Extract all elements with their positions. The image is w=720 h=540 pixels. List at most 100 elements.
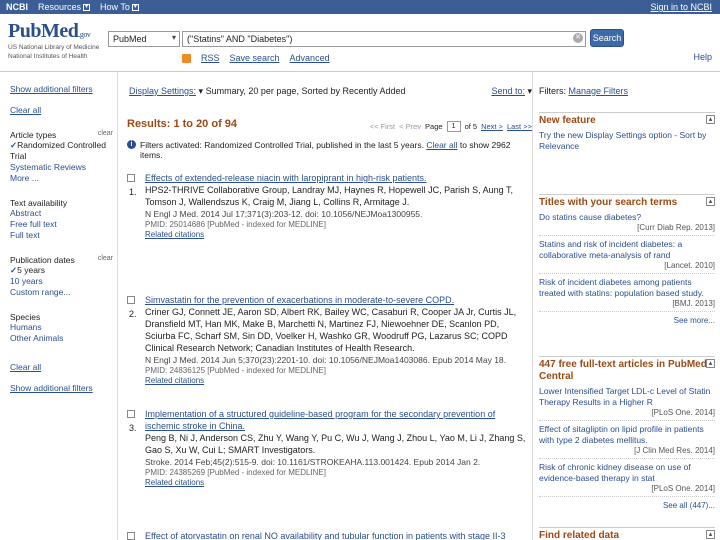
- filter-option[interactable]: 10 years: [10, 276, 117, 287]
- filter-option-label: Abstract: [10, 208, 42, 218]
- display-settings-link[interactable]: Display Settings:: [129, 86, 196, 97]
- new-feature-link[interactable]: Try the new Display Settings option - So…: [539, 130, 715, 152]
- related-citations-link[interactable]: Related citations: [145, 478, 532, 488]
- result-checkbox[interactable]: [127, 410, 135, 418]
- pagination: << First < Prev Page 1 of 5 Next > Last …: [370, 121, 532, 132]
- ncbi-topbar: NCBI Resources ▾ How To ▾ Sign in to NCBI: [0, 0, 720, 14]
- filter-option[interactable]: ✓Randomized Controlled Trial: [10, 140, 117, 162]
- result-body: Implementation of a structured guideline…: [145, 408, 532, 488]
- manage-filters-link[interactable]: Manage Filters: [569, 86, 629, 96]
- result-item: Effect of atorvastatin on renal NO avail…: [127, 530, 532, 540]
- result-title-link[interactable]: Simvastatin for the prevention of exacer…: [145, 294, 532, 306]
- filter-group-title: Species: [10, 312, 117, 322]
- display-settings-bar: Display Settings: ▾ Summary, 20 per page…: [129, 86, 532, 97]
- prev-page-link[interactable]: < Prev: [399, 122, 421, 131]
- rss-link[interactable]: RSS: [201, 53, 220, 63]
- clear-search-icon[interactable]: ✕: [573, 33, 583, 43]
- clear-all-link[interactable]: Clear all: [10, 105, 117, 116]
- howto-menu[interactable]: How To ▾: [100, 2, 139, 12]
- related-title-link[interactable]: Risk of chronic kidney disease on use of…: [539, 462, 715, 484]
- related-title-link[interactable]: Lower Intensified Target LDL-c Level of …: [539, 386, 715, 408]
- result-body: Effect of atorvastatin on renal NO avail…: [145, 530, 532, 540]
- logo-subtitle: US National Library of Medicine: [8, 44, 100, 51]
- filter-group-label: Article types: [10, 130, 57, 140]
- filter-option[interactable]: Humans: [10, 322, 117, 333]
- related-title-link[interactable]: Effect of sitagliptin on lipid profile i…: [539, 424, 715, 446]
- result-authors: Peng B, Ni J, Anderson CS, Zhu Y, Wang Y…: [145, 433, 526, 455]
- related-title-link[interactable]: Statins and risk of incident diabetes: a…: [539, 239, 715, 261]
- filter-option-label: Randomized Controlled Trial: [10, 140, 106, 161]
- filters-sidebar: Show additional filters Clear all Articl…: [0, 72, 118, 540]
- free-fulltext-heading: 447 free full-text articles in PubMed Ce…: [539, 359, 707, 382]
- pubmed-logo[interactable]: PubMed.gov US National Library of Medici…: [8, 20, 99, 61]
- filter-option[interactable]: Abstract: [10, 208, 117, 219]
- collapse-icon[interactable]: ▴: [706, 197, 715, 206]
- result-title-link[interactable]: Effect of atorvastatin on renal NO avail…: [145, 530, 532, 540]
- filter-option[interactable]: Full text: [10, 230, 117, 241]
- titles-items: Do statins cause diabetes? [Curr Diab Rep…: [539, 212, 715, 312]
- clear-all-link-bottom[interactable]: Clear all: [10, 362, 117, 373]
- results-bar: Results: 1 to 20 of 94 << First < Prev P…: [127, 118, 532, 132]
- search-button[interactable]: Search: [590, 29, 624, 47]
- titles-with-search-terms-box: Titles with your search terms ▴ Do stati…: [539, 194, 715, 325]
- database-select[interactable]: PubMed ▾: [108, 31, 180, 47]
- filter-group-title: Article types clear: [10, 130, 117, 140]
- result-item: 3. Implementation of a structured guideli…: [127, 408, 532, 488]
- last-page-link[interactable]: Last >>: [507, 122, 532, 131]
- result-checkbox[interactable]: [127, 296, 135, 304]
- see-all-link[interactable]: See all (447)...: [539, 501, 715, 510]
- first-page-link[interactable]: << First: [370, 122, 395, 131]
- show-additional-filters-link[interactable]: Show additional filters: [10, 84, 117, 95]
- result-item: 2. Simvastatin for the prevention of exac…: [127, 294, 532, 386]
- ncbi-logo[interactable]: NCBI: [6, 2, 28, 12]
- filter-group-clear-link[interactable]: clear: [98, 255, 113, 265]
- filter-option[interactable]: Systematic Reviews: [10, 162, 117, 173]
- send-to-menu[interactable]: Send to: ▾: [491, 86, 532, 97]
- collapse-icon[interactable]: ▴: [706, 530, 715, 539]
- filter-option[interactable]: Custom range...: [10, 287, 117, 298]
- filter-option[interactable]: ✓5 years: [10, 265, 117, 276]
- free-fulltext-box: 447 free full-text articles in PubMed Ce…: [539, 356, 715, 510]
- filter-group-label: Species: [10, 312, 41, 322]
- filter-option-label: Custom range...: [10, 287, 71, 297]
- page-number-input[interactable]: 1: [446, 121, 461, 132]
- filter-group-title: Text availability: [10, 198, 117, 208]
- result-title-link[interactable]: Effects of extended-release niacin with …: [145, 172, 532, 184]
- result-item: 1. Effects of extended-release niacin wit…: [127, 172, 532, 240]
- show-additional-filters-link-bottom[interactable]: Show additional filters: [10, 383, 117, 394]
- search-input[interactable]: ("Statins" AND "Diabetes"): [182, 31, 586, 47]
- info-icon: i: [127, 140, 136, 149]
- related-title-source: [J Clin Med Res. 2014]: [539, 446, 715, 459]
- collapse-icon[interactable]: ▴: [706, 115, 715, 124]
- result-checkbox[interactable]: [127, 174, 135, 182]
- result-pmid: PMID: 24385269 [PubMed - indexed for MED…: [145, 468, 326, 477]
- result-checkbox[interactable]: [127, 532, 135, 540]
- result-journal: N Engl J Med. 2014 Jul 17;371(3):203-12.…: [145, 209, 423, 219]
- filter-option[interactable]: More ...: [10, 173, 117, 184]
- advanced-search-link[interactable]: Advanced: [290, 53, 330, 63]
- save-search-link[interactable]: Save search: [230, 53, 280, 63]
- next-page-link[interactable]: Next >: [481, 122, 503, 131]
- filter-option[interactable]: Other Animals: [10, 333, 117, 344]
- chevron-down-icon[interactable]: ▾: [196, 86, 206, 97]
- signin-link[interactable]: Sign in to NCBI: [650, 2, 712, 12]
- logo-subtitle-2: National Institutes of Health: [8, 53, 88, 60]
- resources-menu[interactable]: Resources ▾: [38, 2, 91, 12]
- related-citations-link[interactable]: Related citations: [145, 230, 532, 240]
- chevron-down-icon: ▾: [171, 33, 176, 42]
- help-link[interactable]: Help: [693, 52, 712, 62]
- result-journal: Stroke. 2014 Feb;45(2):515-9. doi: 10.11…: [145, 457, 481, 467]
- filter-group-clear-link[interactable]: clear: [98, 130, 113, 140]
- related-citations-link[interactable]: Related citations: [145, 376, 532, 386]
- see-more-link[interactable]: See more...: [539, 316, 715, 325]
- result-authors: HPS2-THRIVE Collaborative Group, Landray…: [145, 185, 513, 207]
- related-title-link[interactable]: Risk of incident diabetes among patients…: [539, 277, 715, 299]
- result-number: 3.: [129, 423, 137, 433]
- result-title-link[interactable]: Implementation of a structured guideline…: [145, 408, 532, 432]
- collapse-icon[interactable]: ▴: [706, 359, 715, 368]
- filter-option[interactable]: Free full text: [10, 219, 117, 230]
- related-title-link[interactable]: Do statins cause diabetes?: [539, 212, 715, 223]
- related-title-source: [Lancet. 2010]: [539, 261, 715, 274]
- rss-icon[interactable]: [182, 53, 191, 63]
- clear-all-filters-link[interactable]: Clear all: [426, 140, 457, 150]
